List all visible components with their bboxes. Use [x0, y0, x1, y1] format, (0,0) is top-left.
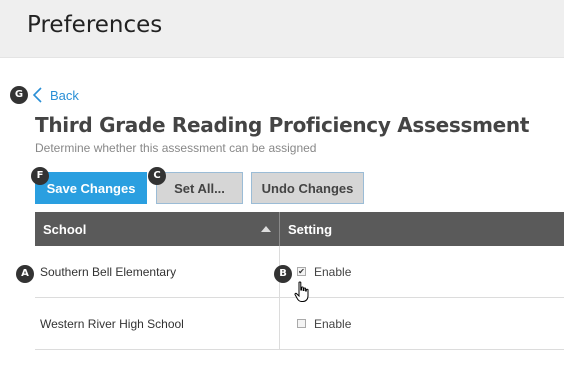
enable-label[interactable]: Enable [314, 317, 351, 331]
page-title: Preferences [27, 12, 163, 38]
setting-cell: ✔ Enable [280, 246, 564, 297]
callout-a: A [16, 265, 34, 283]
callout-g: G [10, 86, 28, 104]
hand-cursor-icon [294, 281, 309, 302]
table-header: School Setting [35, 212, 564, 246]
assessment-subtitle: Determine whether this assessment can be… [35, 141, 317, 155]
column-header-school[interactable]: School [35, 212, 280, 246]
set-all-button[interactable]: Set All... [156, 172, 243, 204]
enable-checkbox[interactable]: ✔ [297, 267, 306, 276]
setting-cell: Enable [280, 298, 564, 349]
chevron-left-icon [33, 87, 42, 103]
callout-b: B [274, 265, 292, 283]
page-header: Preferences [0, 0, 564, 58]
sort-ascending-icon[interactable] [261, 226, 271, 232]
column-header-setting: Setting [280, 212, 564, 246]
column-header-setting-label: Setting [288, 221, 333, 237]
enable-label[interactable]: Enable [314, 265, 351, 279]
school-name-cell: Southern Bell Elementary [35, 246, 280, 297]
column-header-school-label: School [43, 221, 87, 237]
back-link[interactable]: Back [33, 86, 79, 104]
callout-c: C [148, 167, 166, 185]
save-changes-button[interactable]: Save Changes [35, 172, 147, 204]
table-row: Western River High School Enable [35, 298, 564, 350]
back-label: Back [50, 87, 79, 103]
enable-checkbox[interactable] [297, 319, 306, 328]
school-name-cell: Western River High School [35, 298, 280, 349]
assessment-title: Third Grade Reading Proficiency Assessme… [35, 113, 530, 137]
undo-changes-button[interactable]: Undo Changes [251, 172, 364, 204]
callout-f: F [31, 167, 49, 185]
